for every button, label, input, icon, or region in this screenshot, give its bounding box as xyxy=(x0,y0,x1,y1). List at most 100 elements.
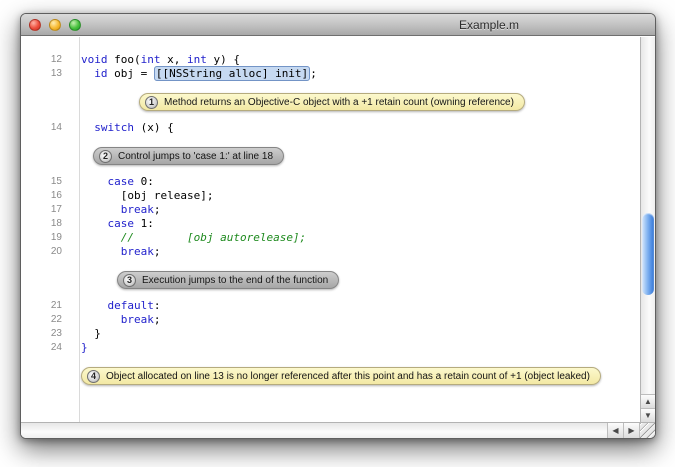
code-line: break; xyxy=(71,203,161,217)
code-row[interactable]: 22 break; xyxy=(21,313,640,327)
analyzer-bubble[interactable]: 2Control jumps to 'case 1:' at line 18 xyxy=(93,147,284,165)
code-token: (x) { xyxy=(134,121,174,134)
line-number[interactable]: 18 xyxy=(21,217,71,231)
line-number[interactable]: 16 xyxy=(21,189,71,203)
code-token: void xyxy=(81,53,108,66)
code-row[interactable]: 23 } xyxy=(21,327,640,341)
scroll-up-button[interactable]: ▲ xyxy=(641,394,655,408)
code-token xyxy=(81,245,121,258)
code-token xyxy=(81,299,108,312)
code-token xyxy=(81,121,94,134)
bubble-row: 2Control jumps to 'case 1:' at line 18 xyxy=(21,147,640,165)
line-number[interactable]: 21 xyxy=(21,299,71,313)
line-number[interactable]: 22 xyxy=(21,313,71,327)
code-token: obj = xyxy=(108,67,154,80)
scroll-left-icon: ◀ xyxy=(612,426,618,435)
code-editor[interactable]: 12void foo(int x, int y) {13 id obj = [[… xyxy=(21,37,640,422)
code-token: case xyxy=(108,217,135,230)
code-token: break xyxy=(121,203,154,216)
horizontal-scrollbar-track[interactable] xyxy=(21,423,607,438)
analyzer-bubble[interactable]: 3Execution jumps to the end of the funct… xyxy=(117,271,339,289)
code-line: case 0: xyxy=(71,175,154,189)
code-token: } xyxy=(81,327,101,340)
code-token xyxy=(81,175,108,188)
code-row[interactable]: 24} xyxy=(21,341,640,355)
scroll-left-button[interactable]: ◀ xyxy=(607,423,623,438)
close-button[interactable] xyxy=(29,19,41,31)
code-token: case xyxy=(108,175,135,188)
line-number[interactable]: 19 xyxy=(21,231,71,245)
bubble-text: Object allocated on line 13 is no longer… xyxy=(106,371,590,382)
vertical-scrollbar-track[interactable] xyxy=(641,37,655,394)
code-token: y) { xyxy=(207,53,240,66)
code-token: break xyxy=(121,313,154,326)
bottom-bar: ◀ ▶ xyxy=(21,422,655,438)
window-controls xyxy=(29,19,81,31)
code-line: case 1: xyxy=(71,217,154,231)
code-row[interactable]: 17 break; xyxy=(21,203,640,217)
code-row[interactable]: 14 switch (x) { xyxy=(21,121,640,135)
bubble-row: 3Execution jumps to the end of the funct… xyxy=(21,271,640,289)
line-number[interactable]: 14 xyxy=(21,121,71,135)
line-number[interactable]: 20 xyxy=(21,245,71,259)
code-line: break; xyxy=(71,313,161,327)
line-number-spacer xyxy=(21,93,71,111)
code-row[interactable]: 19 // [obj autorelease]; xyxy=(21,231,640,245)
resize-grip[interactable] xyxy=(639,423,655,438)
code-row[interactable]: 16 [obj release]; xyxy=(21,189,640,203)
line-number[interactable]: 24 xyxy=(21,341,71,355)
line-number[interactable]: 15 xyxy=(21,175,71,189)
scroll-right-button[interactable]: ▶ xyxy=(623,423,639,438)
code-token: default xyxy=(108,299,154,312)
code-line: [obj release]; xyxy=(71,189,213,203)
code-token: ; xyxy=(154,245,161,258)
code-token: // [obj autorelease]; xyxy=(121,231,306,244)
code-token: ; xyxy=(154,313,161,326)
code-row[interactable]: 15 case 0: xyxy=(21,175,640,189)
code-line: break; xyxy=(71,245,161,259)
step-badge: 1 xyxy=(145,96,158,109)
bubble-row: 1 Method returns an Objective-C object wi… xyxy=(21,93,640,111)
vertical-scrollbar-thumb[interactable] xyxy=(642,213,654,295)
gutter-divider xyxy=(79,37,80,422)
code-token: 0: xyxy=(134,175,154,188)
line-number[interactable]: 23 xyxy=(21,327,71,341)
code-token xyxy=(81,217,108,230)
code-row[interactable]: 21 default: xyxy=(21,299,640,313)
code-token xyxy=(81,231,121,244)
code-line: id obj = [[NSString alloc] init]; xyxy=(71,67,317,81)
code-row[interactable]: 13 id obj = [[NSString alloc] init]; xyxy=(21,67,640,81)
scroll-down-button[interactable]: ▼ xyxy=(641,408,655,422)
zoom-button[interactable] xyxy=(69,19,81,31)
code-row[interactable]: 12void foo(int x, int y) { xyxy=(21,53,640,67)
bubble-text: Method returns an Objective-C object wit… xyxy=(164,97,514,108)
code-token: foo( xyxy=(108,53,141,66)
code-line: void foo(int x, int y) { xyxy=(71,53,240,67)
bubble-row: 4 Object allocated on line 13 is no longe… xyxy=(21,367,640,385)
step-badge: 2 xyxy=(99,150,112,163)
code-token: break xyxy=(121,245,154,258)
code-token: int xyxy=(187,53,207,66)
scroll-right-icon: ▶ xyxy=(628,426,634,435)
code-token: [[NSString alloc] init] xyxy=(154,66,310,81)
line-number[interactable]: 12 xyxy=(21,53,71,67)
window: Example.m 12void foo(int x, int y) {13 i… xyxy=(20,13,656,439)
line-number-spacer xyxy=(21,271,71,289)
vertical-scrollbar: ▲ ▼ xyxy=(640,37,655,422)
code-line: switch (x) { xyxy=(71,121,174,135)
line-number[interactable]: 13 xyxy=(21,67,71,81)
code-token: int xyxy=(141,53,161,66)
analyzer-bubble[interactable]: 1 Method returns an Objective-C object wi… xyxy=(139,93,525,111)
code-row[interactable]: 20 break; xyxy=(21,245,640,259)
analyzer-bubble[interactable]: 4 Object allocated on line 13 is no longe… xyxy=(81,367,601,385)
title-bar[interactable]: Example.m xyxy=(21,14,655,36)
editor-rows: 12void foo(int x, int y) {13 id obj = [[… xyxy=(21,53,640,385)
minimize-button[interactable] xyxy=(49,19,61,31)
step-badge: 4 xyxy=(87,370,100,383)
code-token: id xyxy=(94,67,107,80)
window-title: Example.m xyxy=(459,18,519,32)
line-number-spacer xyxy=(21,147,71,165)
code-row[interactable]: 18 case 1: xyxy=(21,217,640,231)
line-number[interactable]: 17 xyxy=(21,203,71,217)
code-token xyxy=(81,313,121,326)
